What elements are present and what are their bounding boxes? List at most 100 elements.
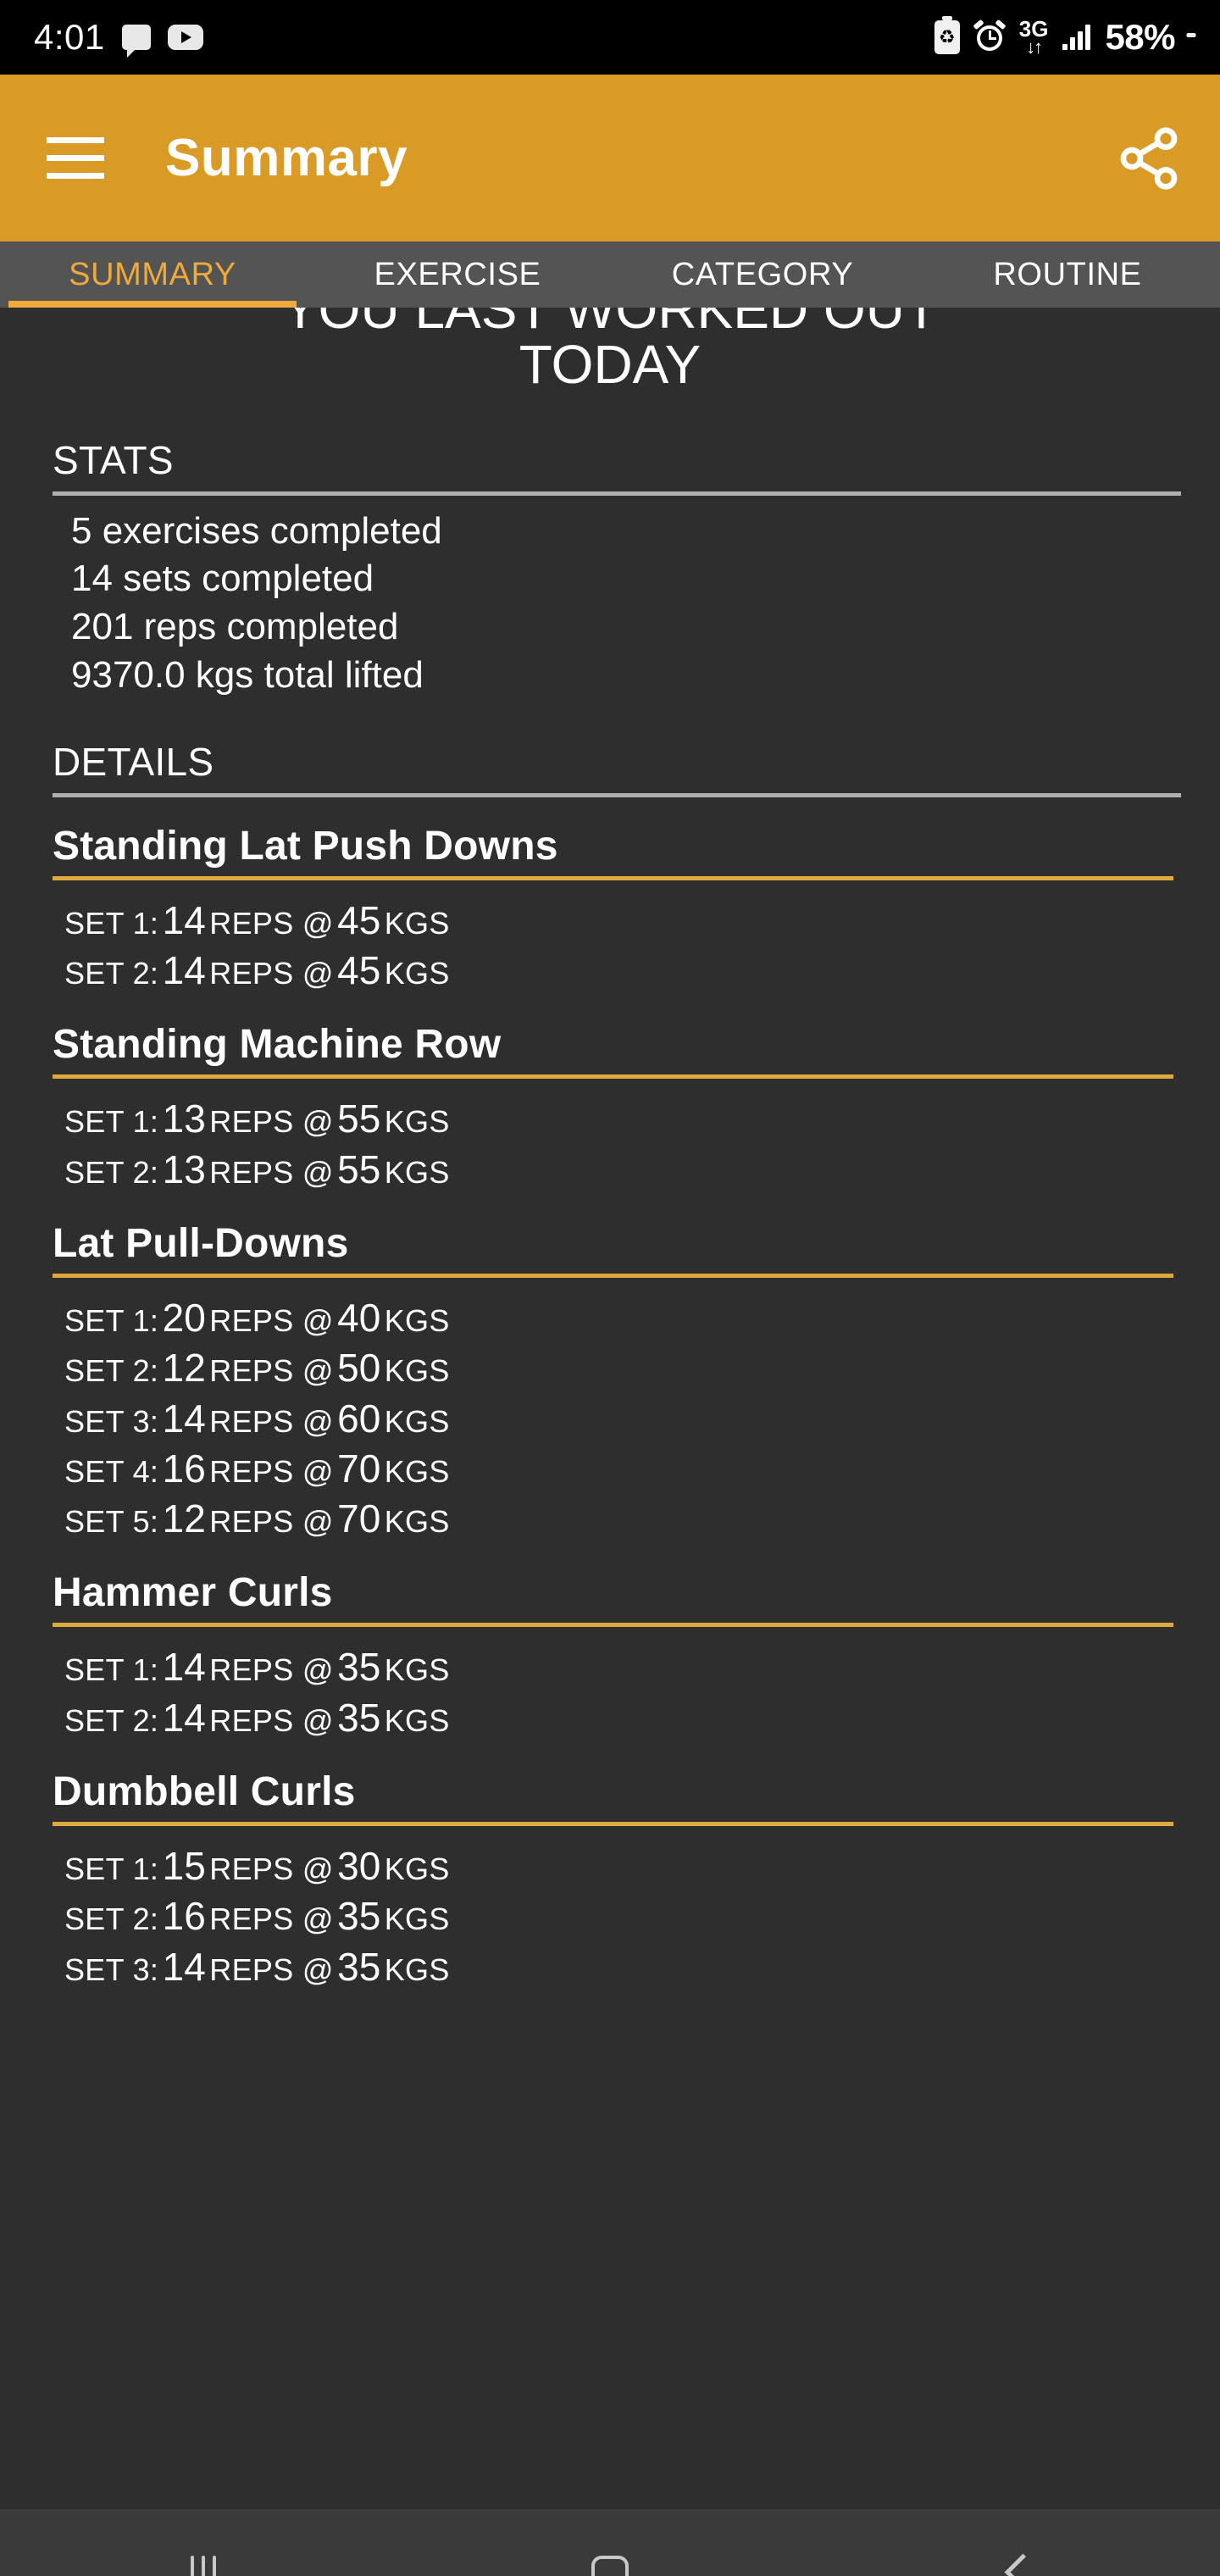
exercise-item[interactable]: Standing Lat Push Downs SET 1: 14 REPS @ …	[53, 823, 1220, 997]
set-weight: 40	[337, 1295, 381, 1340]
status-time: 4:01	[34, 17, 105, 57]
set-weight: 35	[337, 1645, 381, 1690]
set-weight: 70	[337, 1496, 381, 1541]
tab-routine[interactable]: ROUTINE	[915, 242, 1220, 308]
set-reps: 14	[162, 947, 206, 992]
network-3g-icon: 3G ↓↑	[1019, 18, 1049, 57]
set-reps-unit: REPS @	[209, 1453, 334, 1489]
tab-exercise[interactable]: EXERCISE	[305, 242, 610, 308]
exercise-name: Lat Pull-Downs	[53, 1220, 349, 1266]
tab-label: CATEGORY	[671, 256, 854, 292]
set-label: SET 3:	[64, 1403, 159, 1439]
set-row: SET 4: 16 REPS @ 70 KGS	[64, 1444, 1220, 1494]
set-row: SET 2: 14 REPS @ 35 KGS	[64, 1693, 1220, 1743]
set-reps: 14	[162, 1695, 206, 1740]
summary-scroll-area[interactable]: YOU LAST WORKED OUT TODAY STATS 5 exerci…	[0, 308, 1220, 2509]
set-reps: 14	[162, 897, 206, 942]
details-divider	[53, 792, 1181, 797]
details-section: DETAILS Standing Lat Push Downs SET 1: 14…	[0, 739, 1220, 1993]
set-weight-unit: KGS	[384, 955, 450, 991]
exercise-item[interactable]: Dumbbell Curls SET 1: 15 REPS @ 30 KGS SET…	[53, 1768, 1220, 1992]
set-weight-unit: KGS	[384, 1403, 450, 1439]
recents-icon[interactable]	[152, 2509, 254, 2576]
page-title: Summary	[165, 129, 408, 187]
exercise-item[interactable]: Hammer Curls SET 1: 14 REPS @ 35 KGS SET 2…	[53, 1569, 1220, 1743]
set-reps: 14	[162, 1944, 206, 1989]
set-reps-unit: REPS @	[209, 905, 334, 941]
stat-line: 5 exercises completed	[71, 509, 442, 552]
set-list: SET 1: 13 REPS @ 55 KGS SET 2: 13 REPS @ …	[53, 1094, 1220, 1195]
stat-line: 201 reps completed	[71, 606, 399, 648]
set-weight-unit: KGS	[384, 1504, 450, 1540]
set-reps-unit: REPS @	[209, 1104, 334, 1140]
tab-bar: SUMMARY EXERCISE CATEGORY ROUTINE	[0, 242, 1220, 308]
set-reps: 13	[162, 1096, 206, 1141]
set-row: SET 1: 15 REPS @ 30 KGS	[64, 1841, 1220, 1891]
set-label: SET 2:	[64, 1901, 159, 1937]
set-label: SET 3:	[64, 1951, 159, 1987]
set-list: SET 1: 14 REPS @ 45 KGS SET 2: 14 REPS @ …	[53, 896, 1220, 997]
set-row: SET 1: 20 REPS @ 40 KGS	[64, 1293, 1220, 1343]
set-reps-unit: REPS @	[209, 955, 334, 991]
set-weight: 55	[337, 1096, 381, 1141]
set-row: SET 2: 16 REPS @ 35 KGS	[64, 1891, 1220, 1941]
set-list: SET 1: 15 REPS @ 30 KGS SET 2: 16 REPS @ …	[53, 1841, 1220, 1992]
set-row: SET 2: 12 REPS @ 50 KGS	[64, 1343, 1220, 1393]
set-reps-unit: REPS @	[209, 1951, 334, 1987]
home-icon[interactable]	[559, 2509, 661, 2576]
hamburger-menu-icon[interactable]	[47, 137, 104, 179]
stat-line: 14 sets completed	[71, 558, 374, 600]
set-label: SET 2:	[64, 1353, 159, 1389]
exercise-name: Standing Lat Push Downs	[53, 823, 558, 869]
chat-bubble-icon	[121, 25, 151, 58]
exercise-name: Hammer Curls	[53, 1570, 333, 1616]
set-row: SET 1: 14 REPS @ 45 KGS	[64, 896, 1220, 946]
tab-summary[interactable]: SUMMARY	[0, 242, 305, 308]
last-workout-heading: YOU LAST WORKED OUT TODAY	[281, 308, 939, 396]
set-weight-unit: KGS	[384, 1852, 450, 1887]
status-bar: 4:01 ♻ 3G ↓↑ 58%	[0, 0, 1220, 75]
exercise-item[interactable]: Lat Pull-Downs SET 1: 20 REPS @ 40 KGS SET…	[53, 1220, 1220, 1545]
exercise-underline	[53, 1273, 1173, 1278]
set-weight-unit: KGS	[384, 1951, 450, 1987]
exercise-underline	[53, 875, 1173, 880]
exercise-item[interactable]: Standing Machine Row SET 1: 13 REPS @ 55 …	[53, 1021, 1220, 1195]
set-reps-unit: REPS @	[209, 1302, 334, 1338]
status-bar-left: 4:01	[34, 17, 203, 58]
set-label: SET 2:	[64, 955, 159, 991]
stats-title: STATS	[53, 437, 174, 482]
stats-section: STATS 5 exercises completed 14 sets comp…	[0, 437, 1220, 700]
set-label: SET 1:	[64, 1302, 159, 1338]
set-weight-unit: KGS	[384, 1154, 450, 1190]
set-reps: 16	[162, 1446, 206, 1491]
set-list: SET 1: 20 REPS @ 40 KGS SET 2: 12 REPS @ …	[53, 1293, 1220, 1545]
set-row: SET 1: 13 REPS @ 55 KGS	[64, 1094, 1220, 1144]
set-weight: 50	[337, 1346, 381, 1391]
set-row: SET 2: 13 REPS @ 55 KGS	[64, 1145, 1220, 1195]
exercise-underline	[53, 1074, 1173, 1080]
set-reps-unit: REPS @	[209, 1652, 334, 1688]
set-weight: 35	[337, 1944, 381, 1989]
details-title: DETAILS	[53, 739, 214, 784]
stats-divider	[53, 491, 1181, 496]
share-icon[interactable]	[1115, 125, 1183, 192]
recycle-glyph: ♻	[938, 26, 956, 47]
set-weight: 55	[337, 1146, 381, 1191]
tab-category[interactable]: CATEGORY	[610, 242, 915, 308]
status-bar-right: ♻ 3G ↓↑ 58%	[934, 16, 1196, 58]
set-row: SET 5: 12 REPS @ 70 KGS	[64, 1494, 1220, 1544]
set-weight-unit: KGS	[384, 1453, 450, 1489]
set-weight: 45	[337, 947, 381, 992]
set-weight-unit: KGS	[384, 905, 450, 941]
back-icon[interactable]	[966, 2509, 1068, 2576]
set-weight: 30	[337, 1844, 381, 1889]
set-weight-unit: KGS	[384, 1353, 450, 1389]
set-reps: 12	[162, 1346, 206, 1391]
set-reps-unit: REPS @	[209, 1901, 334, 1937]
set-label: SET 1:	[64, 1852, 159, 1887]
android-nav-bar	[0, 2509, 1220, 2576]
set-weight: 35	[337, 1695, 381, 1740]
tab-label: SUMMARY	[69, 256, 236, 292]
set-reps: 20	[162, 1295, 206, 1340]
set-label: SET 2:	[64, 1154, 159, 1190]
